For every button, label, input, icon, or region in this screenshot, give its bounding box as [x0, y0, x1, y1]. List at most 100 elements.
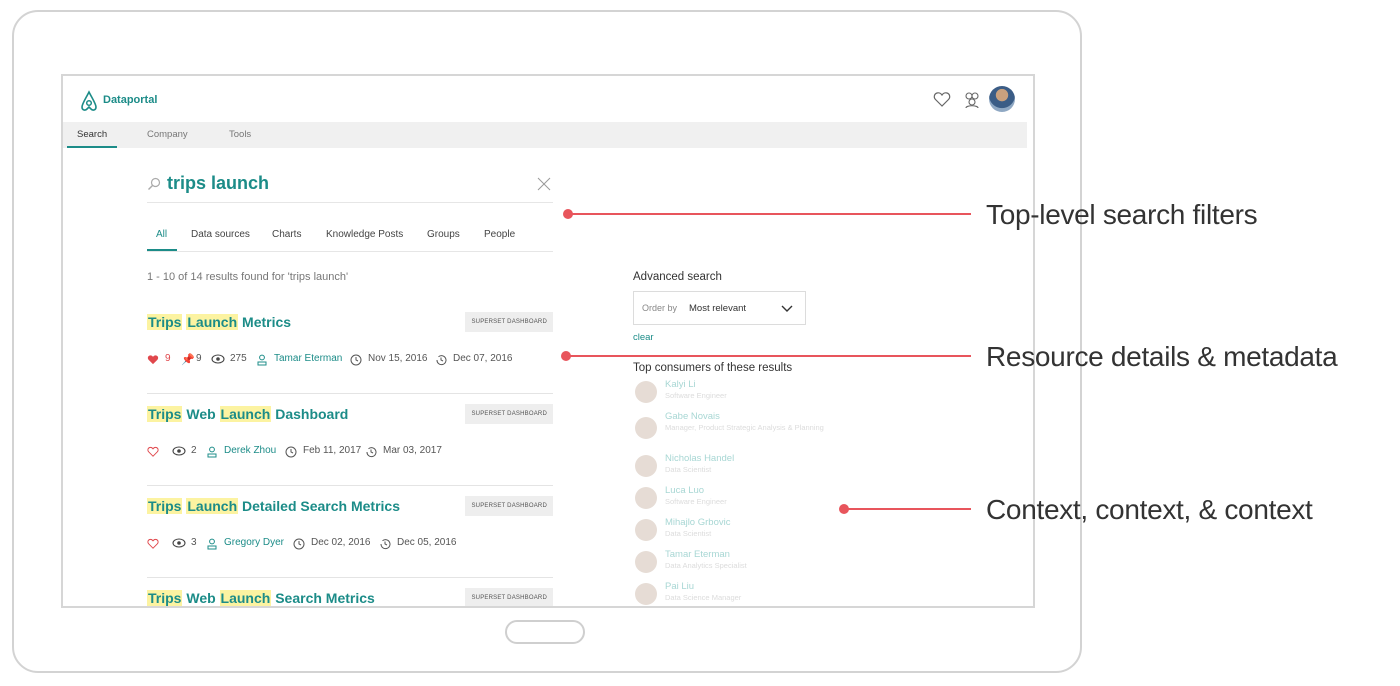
nav-item-search[interactable]: Search [77, 129, 107, 140]
heart-outline-icon[interactable] [147, 446, 159, 457]
title-text: Search Metrics [271, 590, 375, 606]
owner-link[interactable]: Derek Zhou [224, 445, 276, 456]
consumer-item[interactable]: Luca Luo Software Engineer [633, 485, 833, 515]
annotation-line [568, 213, 971, 215]
avatar [635, 519, 657, 541]
owner-link[interactable]: Tamar Eterman [274, 353, 342, 364]
avatar [635, 551, 657, 573]
updated-date: Dec 05, 2016 [397, 537, 457, 548]
heart-outline-icon[interactable] [147, 538, 159, 549]
results-summary: 1 - 10 of 14 results found for 'trips la… [147, 271, 349, 283]
order-by-value: Most relevant [689, 303, 747, 314]
favorites-heart-icon[interactable] [933, 91, 951, 107]
nav-item-company[interactable]: Company [147, 129, 188, 140]
title-highlight: Launch [219, 406, 272, 422]
consumer-name[interactable]: Nicholas Handel [665, 453, 734, 464]
avatar [635, 381, 657, 403]
result-title[interactable]: Trips Launch Detailed Search Metrics [147, 498, 400, 514]
consumer-role: Software Engineer [665, 391, 727, 400]
title-text: Dashboard [271, 406, 349, 422]
consumer-item[interactable]: Kalyi Li Software Engineer [633, 379, 833, 409]
created-clock-icon [293, 538, 305, 550]
chevron-down-icon [781, 305, 793, 312]
clear-search-icon[interactable] [537, 177, 551, 191]
consumer-name[interactable]: Mihajlo Grbovic [665, 517, 730, 528]
title-highlight: Trips [147, 590, 183, 606]
updated-history-icon [366, 447, 377, 458]
consumer-item[interactable]: Tamar Eterman Data Analytics Specialist [633, 549, 833, 579]
result-item[interactable]: Trips Web Launch Dashboard SUPERSET DASH… [147, 394, 553, 486]
views-count: 3 [191, 537, 197, 548]
annotation-context: Context, context, & context [986, 494, 1313, 525]
consumer-name[interactable]: Gabe Novais [665, 411, 720, 422]
avatar [635, 417, 657, 439]
team-icon[interactable] [962, 91, 982, 109]
tab-knowledge-posts[interactable]: Knowledge Posts [326, 229, 403, 240]
consumer-item[interactable]: Gabe Novais Manager, Product Strategic An… [633, 411, 833, 441]
consumer-name[interactable]: Tamar Eterman [665, 549, 730, 560]
consumer-item[interactable]: Nicholas Handel Data Scientist [633, 453, 833, 483]
slide: Dataportal Search Company Tools trips la [0, 0, 1400, 686]
heart-filled-icon[interactable] [147, 354, 159, 365]
title-highlight: Trips [147, 314, 183, 330]
avatar [635, 583, 657, 605]
order-by-select[interactable]: Order by Most relevant [633, 291, 806, 325]
clear-link[interactable]: clear [633, 332, 654, 343]
search-icon [148, 177, 161, 190]
result-item[interactable]: Trips Web Launch Search Metrics SUPERSET… [147, 578, 553, 606]
type-badge: SUPERSET DASHBOARD [465, 496, 553, 516]
pins-count: 9 [196, 353, 202, 364]
nav-item-tools[interactable]: Tools [229, 129, 251, 140]
result-title[interactable]: Trips Web Launch Search Metrics [147, 590, 375, 606]
type-badge: SUPERSET DASHBOARD [465, 588, 553, 606]
updated-date: Mar 03, 2017 [383, 445, 442, 456]
tab-people[interactable]: People [484, 229, 515, 240]
pin-icon[interactable]: 📌 [181, 353, 195, 366]
tab-charts[interactable]: Charts [272, 229, 301, 240]
title-text: Web [182, 590, 220, 606]
consumer-role: Data Science Manager [665, 593, 742, 602]
likes-count: 9 [165, 353, 171, 364]
annotation-details: Resource details & metadata [986, 341, 1338, 372]
tab-groups[interactable]: Groups [427, 229, 460, 240]
created-date: Feb 11, 2017 [303, 445, 362, 456]
consumer-name[interactable]: Luca Luo [665, 485, 704, 496]
result-item[interactable]: Trips Launch Metrics SUPERSET DASHBOARD … [147, 302, 553, 394]
app-brand[interactable]: Dataportal [103, 94, 157, 106]
airbnb-logo-icon[interactable] [79, 90, 99, 112]
search-divider [147, 202, 553, 203]
title-highlight: Trips [147, 406, 183, 422]
title-highlight: Launch [219, 590, 272, 606]
created-clock-icon [285, 446, 297, 458]
result-title[interactable]: Trips Web Launch Dashboard [147, 406, 348, 422]
views-eye-icon [211, 354, 225, 364]
tabs-divider [147, 251, 553, 252]
created-date: Dec 02, 2016 [311, 537, 371, 548]
avatar [635, 455, 657, 477]
consumer-item[interactable]: Pai Liu Data Science Manager [633, 581, 833, 606]
result-item[interactable]: Trips Launch Detailed Search Metrics SUP… [147, 486, 553, 578]
advanced-search-title: Advanced search [633, 271, 722, 283]
app-header: Dataportal [63, 76, 1033, 122]
title-text: Metrics [238, 314, 292, 330]
tab-data-sources[interactable]: Data sources [191, 229, 250, 240]
consumer-name[interactable]: Kalyi Li [665, 379, 696, 390]
owner-link[interactable]: Gregory Dyer [224, 537, 284, 548]
consumer-name[interactable]: Pai Liu [665, 581, 694, 592]
consumer-item[interactable]: Mihajlo Grbovic Data Scientist [633, 517, 833, 547]
views-count: 275 [230, 353, 247, 364]
title-highlight: Launch [186, 314, 239, 330]
updated-history-icon [436, 355, 447, 366]
views-eye-icon [172, 538, 186, 548]
top-consumers-title: Top consumers of these results [633, 362, 793, 374]
views-eye-icon [172, 446, 186, 456]
order-by-label: Order by [642, 303, 678, 313]
user-avatar[interactable] [989, 86, 1015, 112]
search-input[interactable]: trips launch [167, 173, 269, 194]
annotation-line [566, 355, 971, 357]
title-highlight: Trips [147, 498, 183, 514]
tab-all[interactable]: All [156, 229, 167, 240]
title-text: Web [182, 406, 220, 422]
updated-history-icon [380, 539, 391, 550]
result-title[interactable]: Trips Launch Metrics [147, 314, 291, 330]
